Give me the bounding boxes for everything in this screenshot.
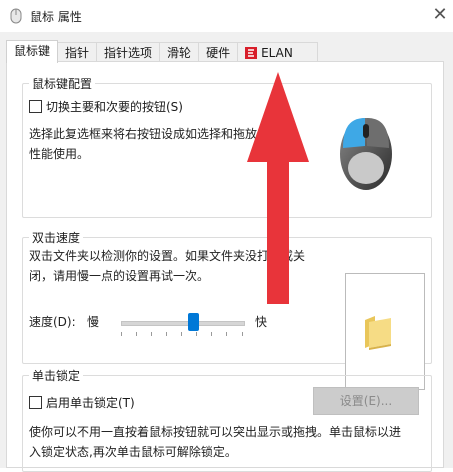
click-lock-label: 启用单击锁定(T) bbox=[46, 396, 135, 410]
mouse-illustration bbox=[340, 118, 392, 190]
tab-buttons[interactable]: 鼠标键 bbox=[6, 40, 59, 63]
slider-thumb[interactable] bbox=[188, 313, 199, 331]
tab-strip: 鼠标键 指针 指针选项 滑轮 硬件 ELAN bbox=[6, 40, 318, 63]
tab-wheel[interactable]: 滑轮 bbox=[159, 42, 200, 63]
tab-pointers[interactable]: 指针 bbox=[57, 42, 98, 63]
slow-label: 慢 bbox=[87, 315, 100, 329]
double-click-title: 双击速度 bbox=[29, 229, 84, 246]
checkbox-box[interactable] bbox=[29, 100, 42, 113]
slider-tick bbox=[242, 332, 243, 336]
tab-pointer-options[interactable]: 指针选项 bbox=[96, 42, 161, 63]
settings-button[interactable]: 设置(E)... bbox=[313, 387, 419, 415]
double-click-group: 双击速度 双击文件夹以检测你的设置。如果文件夹没打开或关 闭，请用慢一点的设置再… bbox=[22, 229, 432, 390]
click-lock-desc-line1: 使你可以不用一直按着鼠标按钮就可以突出显示或拖拽。单击鼠标以进 bbox=[29, 425, 402, 439]
checkbox-box[interactable] bbox=[29, 396, 42, 409]
button-config-title: 鼠标键配置 bbox=[29, 75, 96, 92]
test-folder-area[interactable] bbox=[345, 273, 425, 390]
click-lock-group: 单击锁定 启用单击锁定(T) 设置(E)... 使你可以不用一直按着鼠标按钮就可… bbox=[22, 367, 432, 472]
title-bar: 鼠标 属性 ✕ bbox=[0, 0, 453, 32]
tab-elan-label: ELAN bbox=[261, 46, 293, 60]
slider-tick bbox=[136, 332, 137, 336]
click-lock-checkbox[interactable]: 启用单击锁定(T) bbox=[29, 394, 135, 411]
dialog-body: 鼠标键 指针 指针选项 滑轮 硬件 ELAN 鼠标键配置 切换主要和次要的按钮(… bbox=[0, 32, 453, 472]
slider-tick bbox=[181, 332, 182, 336]
click-lock-title: 单击锁定 bbox=[29, 367, 84, 384]
switch-buttons-label: 切换主要和次要的按钮(S) bbox=[46, 100, 183, 114]
slider-tick bbox=[226, 332, 227, 336]
slider-tick bbox=[196, 332, 197, 336]
window-title: 鼠标 属性 bbox=[30, 10, 82, 24]
red-arrow-annotation bbox=[247, 72, 309, 304]
slider-tick bbox=[211, 332, 212, 336]
slider-track[interactable] bbox=[121, 321, 245, 326]
folder-icon[interactable] bbox=[361, 314, 395, 350]
slider-tick bbox=[121, 332, 122, 336]
click-lock-description: 使你可以不用一直按着鼠标按钮就可以突出显示或拖拽。单击鼠标以进 入锁定状态,再次… bbox=[29, 422, 429, 462]
fast-label: 快 bbox=[255, 315, 268, 329]
click-lock-desc-line2: 入锁定状态,再次单击鼠标可解除锁定。 bbox=[29, 445, 237, 459]
close-button[interactable]: ✕ bbox=[428, 2, 452, 28]
tab-elan[interactable]: ELAN bbox=[237, 42, 318, 63]
tab-panel: 鼠标键配置 切换主要和次要的按钮(S) 选择此复选框来将右按钮设成如选择和拖放 … bbox=[6, 61, 444, 472]
speed-label: 速度(D): bbox=[29, 315, 76, 329]
switch-buttons-checkbox[interactable]: 切换主要和次要的按钮(S) bbox=[29, 98, 183, 115]
slider-tick bbox=[151, 332, 152, 336]
mouse-icon bbox=[10, 8, 22, 24]
slider-tick bbox=[166, 332, 167, 336]
speed-slider[interactable] bbox=[121, 310, 251, 336]
tab-hardware[interactable]: 硬件 bbox=[198, 42, 239, 63]
button-config-group: 鼠标键配置 切换主要和次要的按钮(S) 选择此复选框来将右按钮设成如选择和拖放 … bbox=[22, 75, 432, 218]
elan-icon bbox=[245, 47, 258, 59]
